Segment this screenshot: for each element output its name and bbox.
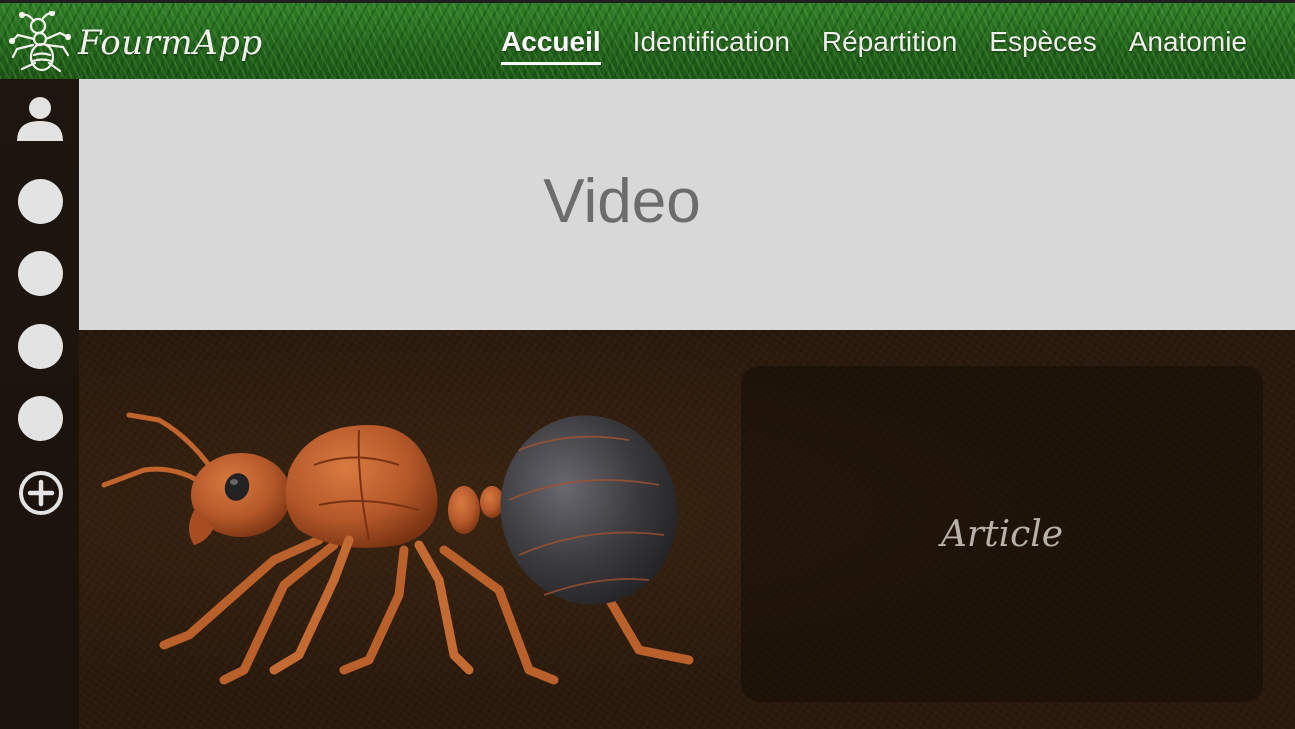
sidebar-slot-1[interactable]	[18, 179, 63, 224]
nav-item-anatomie[interactable]: Anatomie	[1113, 23, 1263, 65]
sidebar-slot-3[interactable]	[18, 324, 63, 369]
sidebar	[0, 79, 79, 729]
video-label: Video	[543, 167, 701, 236]
article-label: Article	[940, 513, 1064, 555]
sidebar-slot-4[interactable]	[18, 396, 63, 441]
video-placeholder[interactable]: Video	[79, 79, 1295, 330]
sidebar-slot-2[interactable]	[18, 251, 63, 296]
main-nav: Accueil Identification Répartition Espèc…	[485, 23, 1263, 65]
nav-item-identification[interactable]: Identification	[617, 23, 806, 65]
app-name: FourmApp	[78, 23, 263, 63]
nav-item-accueil[interactable]: Accueil	[485, 23, 617, 65]
ant-logo-icon	[8, 11, 72, 73]
nav-item-repartition[interactable]: Répartition	[806, 23, 973, 65]
top-navbar: FourmApp Accueil Identification Répartit…	[0, 0, 1295, 79]
brand[interactable]: FourmApp	[8, 11, 263, 75]
nav-item-especes[interactable]: Espèces	[973, 23, 1112, 65]
content-area: Article	[79, 330, 1295, 729]
user-icon[interactable]	[15, 95, 65, 143]
article-card[interactable]: Article	[741, 366, 1263, 702]
ant-illustration	[101, 412, 694, 685]
plus-circle-icon[interactable]	[17, 469, 65, 517]
